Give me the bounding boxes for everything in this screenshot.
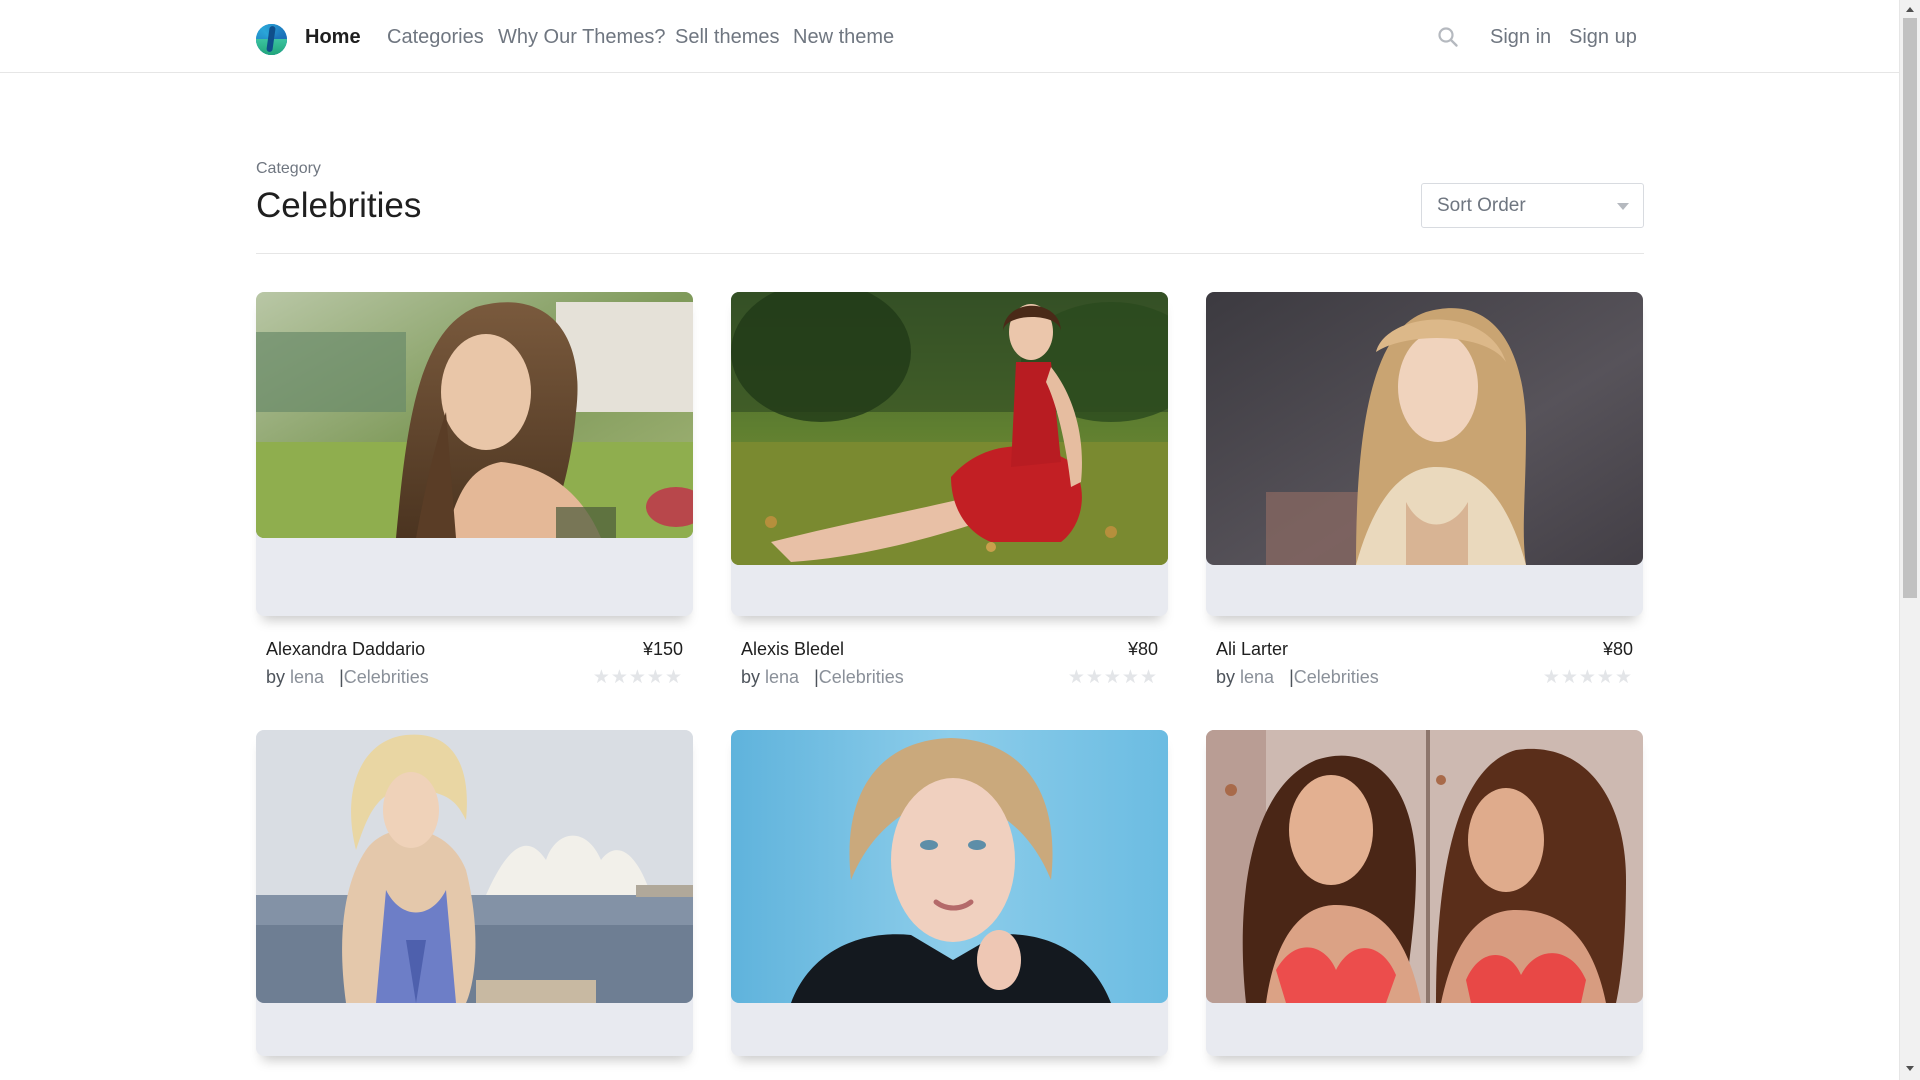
header-divider	[256, 253, 1644, 254]
theme-card[interactable]: Alexis Bledel ¥80 by lena |Celebrities ★…	[731, 292, 1168, 692]
scroll-up-arrow-icon[interactable]	[1906, 7, 1914, 12]
card-image[interactable]	[731, 730, 1168, 1003]
theme-card[interactable]	[256, 730, 693, 1060]
card-author-link[interactable]: lena	[1240, 667, 1274, 687]
scrollbar-thumb[interactable]	[1903, 18, 1917, 598]
card-category-link[interactable]: Celebrities	[1294, 667, 1379, 687]
page: Home Categories Why Our Themes? Sell the…	[0, 0, 1899, 1080]
theme-card[interactable]: Ali Larter ¥80 by lena |Celebrities ★★★★…	[1206, 292, 1643, 692]
card-meta: by lena |Celebrities	[741, 667, 904, 688]
card-author-link[interactable]: lena	[765, 667, 799, 687]
theme-card[interactable]: Alexandra Daddario ¥150 by lena |Celebri…	[256, 292, 693, 692]
card-title[interactable]: Alexandra Daddario	[266, 639, 425, 660]
nav-why-our-themes[interactable]: Why Our Themes?	[498, 24, 665, 50]
card-photo-4	[256, 730, 693, 1003]
card-photo-2	[731, 292, 1168, 565]
chevron-down-icon	[1617, 203, 1629, 210]
card-price: ¥80	[1602, 639, 1633, 659]
card-image[interactable]	[731, 292, 1168, 565]
theme-card[interactable]	[1206, 730, 1643, 1060]
card-category-link[interactable]: Celebrities	[819, 667, 904, 687]
page-title: Celebrities	[256, 186, 422, 225]
card-price: ¥80	[1127, 639, 1158, 659]
card-by-label: by	[1216, 667, 1236, 687]
theme-card[interactable]	[731, 730, 1168, 1060]
card-rating-stars[interactable]: ★★★★★	[1068, 666, 1158, 689]
card-photo-6	[1206, 730, 1643, 1003]
card-photo-1	[256, 292, 693, 538]
sign-up-link[interactable]: Sign up	[1569, 24, 1637, 50]
nav-new-theme[interactable]: New theme	[793, 24, 894, 50]
card-price: ¥150	[642, 639, 683, 659]
nav-categories[interactable]: Categories	[387, 24, 484, 50]
nav-home[interactable]: Home	[305, 24, 361, 50]
card-image[interactable]	[1206, 292, 1643, 565]
sort-order-select[interactable]: Sort Order	[1421, 183, 1644, 228]
category-label: Category	[256, 160, 321, 177]
search-icon[interactable]	[1437, 26, 1459, 48]
card-image[interactable]	[1206, 730, 1643, 1003]
card-photo-5	[731, 730, 1168, 1003]
card-meta: by lena |Celebrities	[1216, 667, 1379, 688]
card-by-label: by	[266, 667, 286, 687]
card-image[interactable]	[256, 730, 693, 1003]
card-by-label: by	[741, 667, 761, 687]
sign-in-link[interactable]: Sign in	[1490, 24, 1551, 50]
card-author-link[interactable]: lena	[290, 667, 324, 687]
card-category-link[interactable]: Celebrities	[344, 667, 429, 687]
card-rating-stars[interactable]: ★★★★★	[1543, 666, 1633, 689]
card-title[interactable]: Ali Larter	[1216, 639, 1288, 660]
nav-sell-themes[interactable]: Sell themes	[675, 24, 780, 50]
card-meta: by lena |Celebrities	[266, 667, 429, 688]
card-photo-3	[1206, 292, 1643, 565]
card-image[interactable]	[256, 292, 693, 538]
site-logo[interactable]	[256, 24, 287, 55]
scroll-down-arrow-icon[interactable]	[1906, 1066, 1914, 1071]
card-rating-stars[interactable]: ★★★★★	[593, 666, 683, 689]
vertical-scrollbar[interactable]	[1899, 0, 1920, 1080]
card-title[interactable]: Alexis Bledel	[741, 639, 844, 660]
sort-order-value: Sort Order	[1437, 195, 1526, 216]
top-navbar: Home Categories Why Our Themes? Sell the…	[0, 0, 1899, 73]
